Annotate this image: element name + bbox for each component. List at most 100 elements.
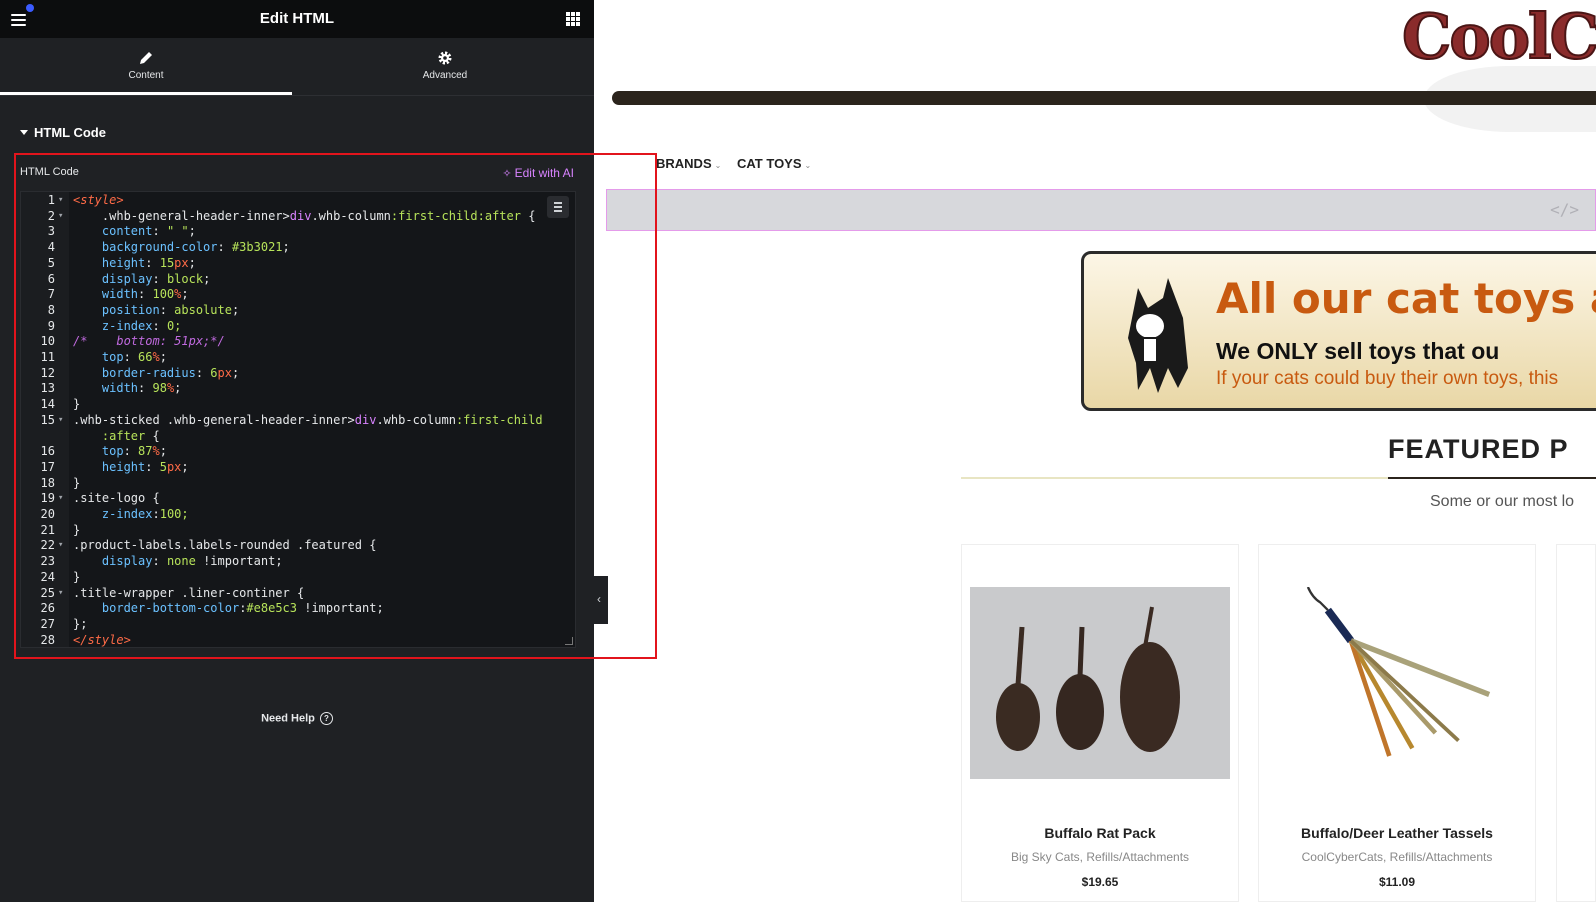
caret-down-icon [20, 130, 28, 136]
chevron-down-icon: ⌄ [804, 161, 812, 170]
line-number: 19 [40, 491, 55, 506]
code-line[interactable]: 16 top: 87%; [21, 443, 571, 459]
code-line[interactable]: :after { [21, 428, 571, 444]
resize-handle[interactable] [565, 637, 573, 645]
code-line[interactable]: 21} [21, 522, 571, 538]
code-line[interactable]: 19 ▾ .site-logo { [21, 490, 571, 506]
product-price: $19.65 [1081, 875, 1119, 889]
nav-brands-label: BRANDS [656, 156, 712, 171]
pencil-icon [140, 52, 152, 64]
banner-headline: All our cat toys ar [1216, 274, 1596, 323]
product-categories[interactable]: CoolCyberCats, Refills/Attachments [1259, 850, 1535, 864]
fold-chevron-icon[interactable]: ▾ [58, 490, 63, 506]
code-line[interactable]: 8 position: absolute; [21, 302, 571, 318]
code-text: :after { [101, 428, 160, 443]
code-line[interactable]: 24} [21, 569, 571, 585]
code-line[interactable]: 2 ▾ .whb-general-header-inner>div.whb-col… [21, 208, 571, 224]
line-number: 21 [40, 522, 55, 537]
banner-line-3: If your cats could buy their own toys, t… [1216, 368, 1559, 389]
product-image-rat-pack [970, 587, 1230, 779]
section-toggle-html-code[interactable]: HTML Code [20, 125, 106, 140]
code-text: display: none !important; [101, 554, 283, 569]
code-settings-button[interactable] [547, 196, 569, 218]
code-icon: </> [1550, 200, 1579, 219]
code-text: .title-wrapper .liner-continer { [73, 585, 305, 600]
code-line[interactable]: 25 ▾ .title-wrapper .liner-continer { [21, 585, 571, 601]
code-line[interactable]: 13 width: 98%; [21, 380, 571, 396]
code-line[interactable]: 9 z-index: 0; [21, 318, 571, 334]
edit-with-ai-button[interactable]: ✧ Edit with AI [502, 166, 574, 180]
line-number: 4 [47, 240, 55, 255]
widgets-grid-icon[interactable] [566, 12, 580, 26]
panel-collapse-button[interactable]: ‹ [594, 576, 608, 624]
code-line[interactable]: 18} [21, 475, 571, 491]
code-line[interactable]: 4 background-color: #3b3021; [21, 239, 571, 255]
fold-chevron-icon[interactable]: ▾ [58, 585, 63, 601]
product-categories[interactable]: Big Sky Cats, Refills/Attachments [962, 850, 1238, 864]
code-line[interactable]: 26 border-bottom-color:#e8e5c3 !importan… [21, 600, 571, 616]
code-line[interactable]: 11 top: 66%; [21, 349, 571, 365]
line-number: 6 [47, 271, 55, 286]
code-line[interactable]: 23 display: none !important; [21, 553, 571, 569]
line-number: 13 [40, 381, 55, 396]
question-icon: ? [319, 712, 333, 725]
line-number: 5 [47, 255, 55, 270]
promo-banner[interactable]: All our cat toys ar We ONLY sell toys th… [1081, 251, 1596, 411]
code-line[interactable]: 1 ▾ <style> [21, 192, 571, 208]
cat-illustration [1128, 278, 1188, 393]
code-editor[interactable]: 1 ▾ <style> 2 ▾ .whb-general-header-inner>di… [20, 191, 576, 648]
fold-chevron-icon[interactable]: ▾ [58, 208, 63, 224]
fold-chevron-icon[interactable]: ▾ [58, 192, 63, 208]
line-number: 27 [40, 616, 55, 631]
product-card[interactable] [1556, 544, 1596, 902]
product-name[interactable]: Buffalo Rat Pack [962, 825, 1238, 841]
product-card[interactable]: Buffalo Rat Pack Big Sky Cats, Refills/A… [961, 544, 1239, 902]
tab-content[interactable]: Content [0, 38, 292, 95]
code-line[interactable]: 20 z-index:100; [21, 506, 571, 522]
section-title-label: HTML Code [34, 125, 106, 140]
html-widget-placeholder[interactable]: </> [606, 189, 1596, 231]
code-line[interactable]: 27}; [21, 616, 571, 632]
code-text: } [73, 475, 81, 490]
code-line[interactable]: 15 ▾ .whb-sticked .whb-general-header-inne… [21, 412, 571, 428]
code-line[interactable]: 10 /* bottom: 51px;*/ [21, 333, 571, 349]
need-help-link[interactable]: Need Help? [0, 712, 594, 725]
code-line[interactable]: 28 </style> [21, 632, 571, 647]
line-number: 25 [40, 585, 55, 600]
product-name[interactable]: Buffalo/Deer Leather Tassels [1259, 825, 1535, 841]
line-number: 8 [47, 302, 55, 317]
line-number: 11 [40, 350, 55, 364]
code-line[interactable]: 12 border-radius: 6px; [21, 365, 571, 381]
code-line[interactable]: 3 content: " "; [21, 223, 571, 239]
need-help-label: Need Help [261, 712, 315, 725]
tab-advanced[interactable]: Advanced [296, 38, 594, 95]
fold-chevron-icon[interactable]: ▾ [58, 412, 63, 428]
code-line[interactable]: 17 height: 5px; [21, 459, 571, 475]
line-number: 1 [47, 193, 55, 207]
tab-advanced-label: Advanced [422, 70, 468, 81]
site-logo[interactable]: CoolCybe [1402, 0, 1596, 74]
product-image-leather-tassels [1297, 587, 1497, 779]
code-line[interactable]: 14} [21, 396, 571, 412]
code-line[interactable]: 5 height: 15px; [21, 255, 571, 271]
product-card[interactable]: Buffalo/Deer Leather Tassels CoolCyberCa… [1258, 544, 1536, 902]
fold-chevron-icon[interactable]: ▾ [58, 537, 63, 553]
panel-title: Edit HTML [259, 10, 335, 27]
line-number: 26 [40, 601, 55, 616]
code-text: z-index: 0; [101, 318, 182, 333]
code-text: width: 98%; [101, 381, 182, 396]
header-decorative-bar [612, 91, 1596, 105]
code-text: position: absolute; [101, 302, 240, 317]
code-line[interactable]: 7 width: 100%; [21, 286, 571, 302]
line-number: 2 [47, 208, 55, 223]
chevron-down-icon: ⌄ [714, 161, 722, 170]
nav-brands[interactable]: BRANDS ⌄ [656, 156, 721, 171]
line-number: 7 [47, 287, 55, 302]
code-line[interactable]: 6 display: block; [21, 271, 571, 287]
line-number: 3 [47, 224, 55, 239]
code-text: } [73, 569, 81, 584]
nav-cat-toys-label: CAT TOYS [737, 156, 802, 171]
code-line[interactable]: 22 ▾ .product-labels.labels-rounded .featu… [21, 537, 571, 553]
code-text: .site-logo { [73, 491, 160, 506]
nav-cat-toys[interactable]: CAT TOYS ⌄ [737, 156, 811, 171]
